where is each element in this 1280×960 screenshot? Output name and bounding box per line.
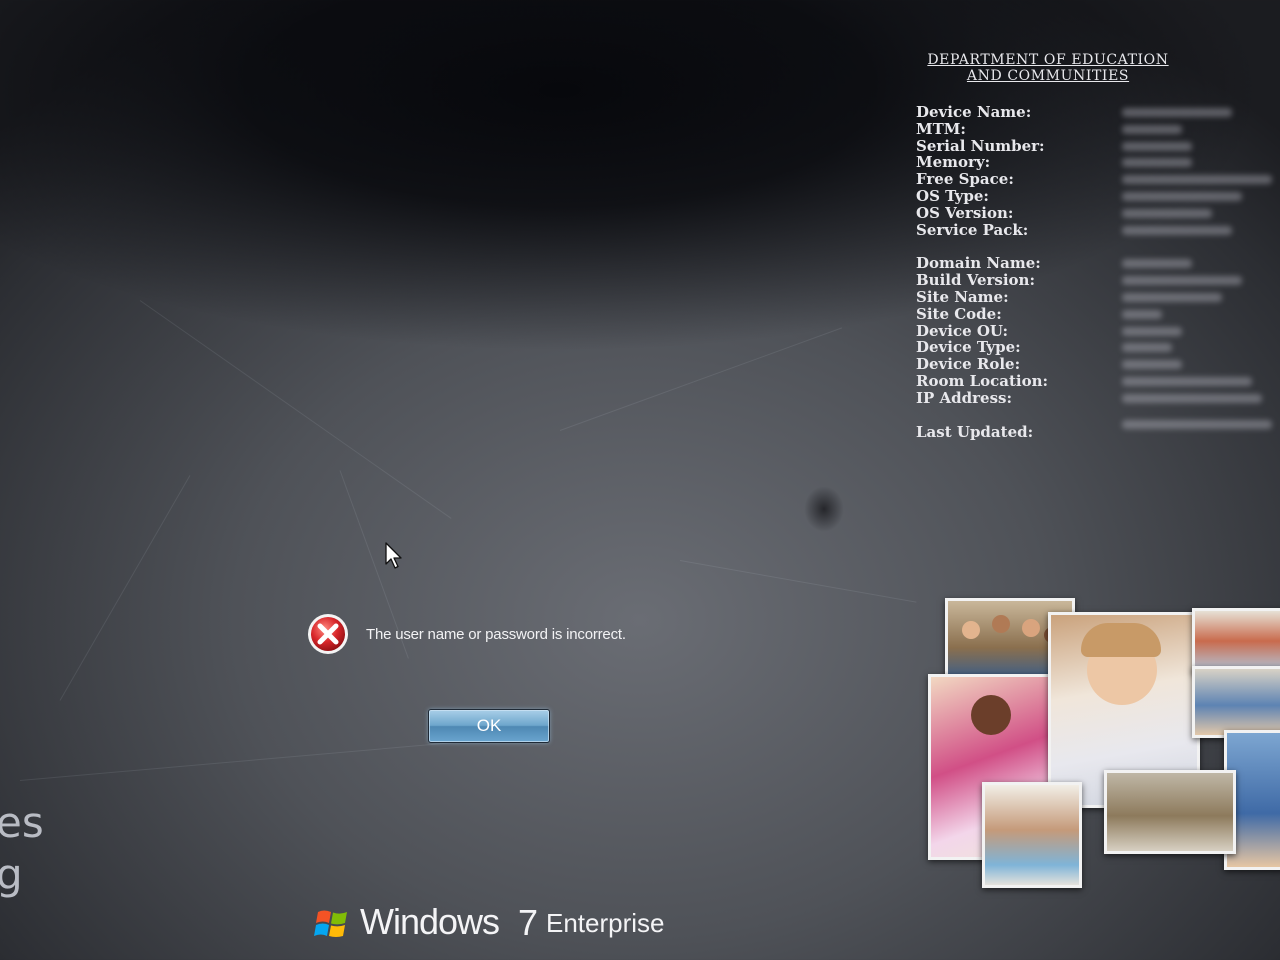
redacted-value (1122, 360, 1182, 370)
ok-button[interactable]: OK (428, 709, 550, 743)
info-row-service-pack: Service Pack: (916, 220, 1232, 239)
windows-version: 7 (518, 902, 539, 943)
info-label: OS Version: (916, 203, 1014, 222)
windows-flag-icon (314, 910, 347, 937)
info-row-free-space: Free Space: (916, 170, 1272, 189)
windows-wordmark: Windows (360, 901, 500, 942)
info-row-device-role: Device Role: (916, 355, 1182, 374)
info-label: Device OU: (916, 321, 1009, 340)
info-label: Serial Number: (916, 136, 1045, 155)
info-label: MTM: (916, 119, 966, 138)
redacted-value (1122, 419, 1272, 429)
device-info-panel: DEPARTMENT OF EDUCATION AND COMMUNITIES … (912, 52, 1280, 452)
department-title-line1: DEPARTMENT OF EDUCATION (927, 52, 1169, 68)
info-row-site-name: Site Name: (916, 287, 1222, 306)
info-label: Device Name: (916, 103, 1032, 121)
redacted-value (1122, 225, 1232, 235)
info-row-os-type: OS Type: (916, 186, 1242, 205)
redacted-value (1122, 158, 1192, 168)
info-row-device-ou: Device OU: (916, 321, 1182, 340)
redacted-value (1122, 108, 1232, 117)
info-row-mtm: MTM: (916, 119, 1182, 138)
info-row-domain-name: Domain Name: (916, 254, 1192, 273)
info-label: OS Type: (916, 186, 989, 205)
error-message: The user name or password is incorrect. (366, 626, 626, 643)
info-label: Build Version: (916, 271, 1035, 290)
redacted-value (1122, 124, 1182, 134)
redacted-value (1122, 343, 1172, 353)
redacted-value (1122, 175, 1272, 185)
left-caption-fragment-1: es (0, 798, 44, 847)
redacted-value (1122, 376, 1252, 386)
info-label: Device Role: (916, 355, 1021, 374)
info-label: Service Pack: (916, 220, 1029, 239)
redacted-value (1122, 191, 1242, 201)
error-icon (308, 614, 348, 654)
info-label: Last Updated: (916, 422, 1034, 441)
info-row-site-code: Site Code: (916, 304, 1162, 323)
info-row-build-version: Build Version: (916, 271, 1242, 290)
info-row-device-type: Device Type: (916, 338, 1172, 357)
info-row-device-name: Device Name: (916, 103, 1232, 121)
device-info-list: Device Name: MTM: Serial Number: Memory:… (916, 103, 1272, 441)
redacted-value (1122, 326, 1182, 336)
logon-error-dialog: The user name or password is incorrect. … (306, 612, 686, 752)
info-row-memory: Memory: (916, 153, 1192, 172)
redacted-value (1122, 276, 1242, 286)
left-caption-fragment-2: g (0, 850, 23, 899)
photo-kids-smiling (982, 782, 1082, 888)
photo-classroom-top-right (1192, 608, 1280, 674)
photo-kids-outdoors (1104, 770, 1236, 854)
screen-smudge (804, 486, 844, 532)
photo-classroom-students (1192, 666, 1280, 738)
department-title-line2: AND COMMUNITIES (966, 68, 1130, 84)
redacted-value (1122, 393, 1262, 403)
info-row-last-updated: Last Updated: (916, 419, 1272, 441)
redacted-value (1122, 292, 1222, 302)
windows-branding: Windows 7 Enterprise (314, 896, 674, 948)
info-label: Memory: (916, 153, 991, 172)
info-label: Room Location: (916, 371, 1049, 390)
mouse-pointer-icon (385, 542, 402, 569)
redacted-value (1122, 309, 1162, 319)
info-row-serial-number: Serial Number: (916, 136, 1192, 155)
info-label: Domain Name: (916, 254, 1041, 273)
info-label: Site Code: (916, 304, 1002, 323)
redacted-value (1122, 259, 1192, 269)
info-label: Free Space: (916, 170, 1014, 189)
windows-edition: Enterprise (546, 908, 665, 938)
info-row-ip-address: IP Address: (916, 388, 1262, 407)
redacted-value (1122, 208, 1212, 218)
info-label: Device Type: (916, 338, 1021, 357)
info-row-os-version: OS Version: (916, 203, 1212, 222)
info-label: Site Name: (916, 287, 1009, 306)
info-label: IP Address: (916, 388, 1013, 407)
redacted-value (1122, 141, 1192, 151)
info-row-room-location: Room Location: (916, 371, 1252, 390)
